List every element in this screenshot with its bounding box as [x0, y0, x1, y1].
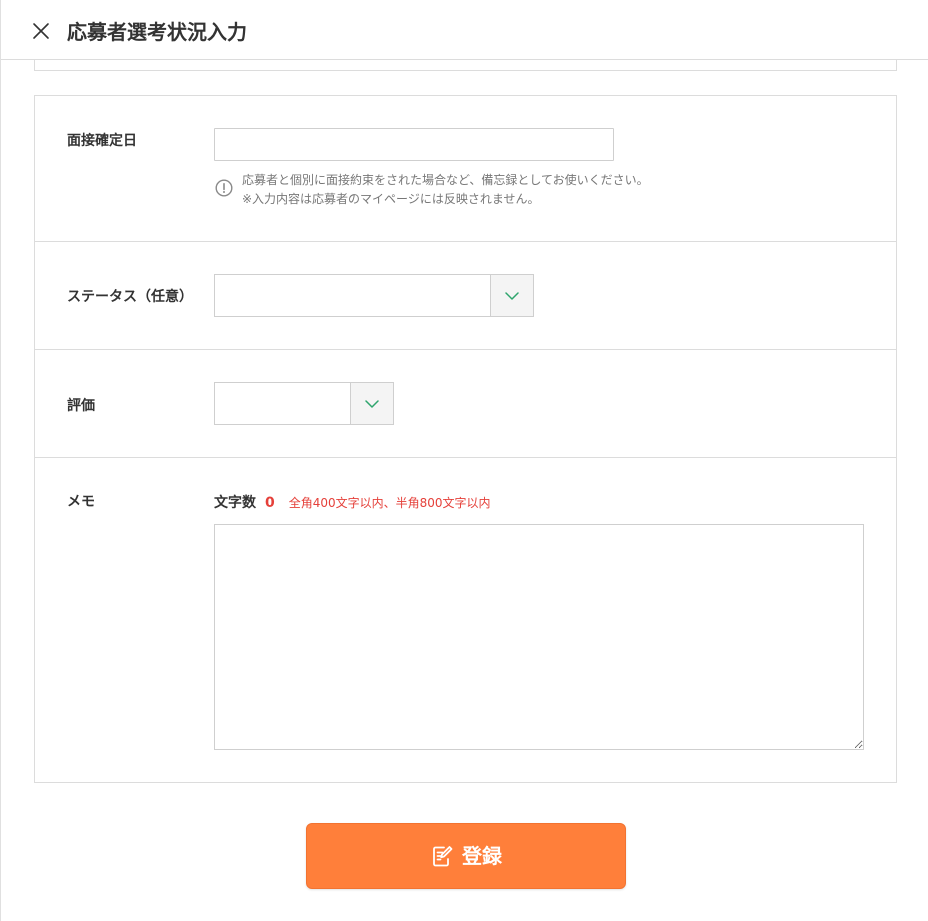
- memo-row: メモ 文字数 0 全角400文字以内、半角800文字以内: [35, 457, 896, 782]
- help-line: 応募者と個別に面接約束をされた場合など、備忘録としてお使いください。: [242, 173, 649, 187]
- rating-label: 評価: [67, 398, 95, 414]
- rating-row: 評価: [35, 349, 896, 457]
- close-icon[interactable]: [31, 21, 51, 41]
- character-limit-note: 全角400文字以内、半角800文字以内: [288, 496, 491, 510]
- register-button[interactable]: 登録: [306, 823, 626, 889]
- close-button[interactable]: [31, 21, 51, 41]
- page-header: 応募者選考状況入力: [1, 0, 928, 60]
- status-form: 面接確定日 応募者と個別に面接約束をされた場合など、備忘録としてお使いください。…: [34, 95, 897, 783]
- status-select-arrow[interactable]: [490, 275, 533, 316]
- status-select[interactable]: [214, 274, 534, 317]
- help-line: ※入力内容は応募者のマイページには反映されません。: [242, 192, 540, 206]
- page-title: 応募者選考状況入力: [67, 20, 247, 44]
- interview-date-help: 応募者と個別に面接約束をされた場合など、備忘録としてお使いください。 ※入力内容…: [242, 171, 649, 209]
- interview-date-label: 面接確定日: [67, 133, 137, 149]
- chevron-down-icon: [365, 399, 379, 408]
- applicant-status-page: 応募者選考状況入力 面接確定日 応募者と個別に面接約束をされた場合など、備忘録と…: [0, 0, 928, 921]
- interview-date-row: 面接確定日 応募者と個別に面接約束をされた場合など、備忘録としてお使いください。…: [35, 96, 896, 241]
- status-label: ステータス（任意）: [67, 289, 193, 305]
- memo-textarea[interactable]: [214, 524, 864, 750]
- interview-date-input[interactable]: [214, 128, 614, 161]
- rating-select[interactable]: [214, 382, 394, 425]
- character-count-label: 文字数: [214, 495, 256, 511]
- edit-icon: [430, 844, 454, 868]
- register-button-label: 登録: [462, 844, 502, 868]
- character-count-value: 0: [265, 495, 275, 511]
- status-row: ステータス（任意）: [35, 241, 896, 349]
- chevron-down-icon: [505, 291, 519, 300]
- info-icon: [215, 179, 233, 197]
- character-counter: 文字数 0 全角400文字以内、半角800文字以内: [214, 492, 491, 512]
- previous-section-edge: [34, 60, 897, 71]
- memo-label: メモ: [67, 494, 95, 510]
- rating-select-arrow[interactable]: [350, 383, 393, 424]
